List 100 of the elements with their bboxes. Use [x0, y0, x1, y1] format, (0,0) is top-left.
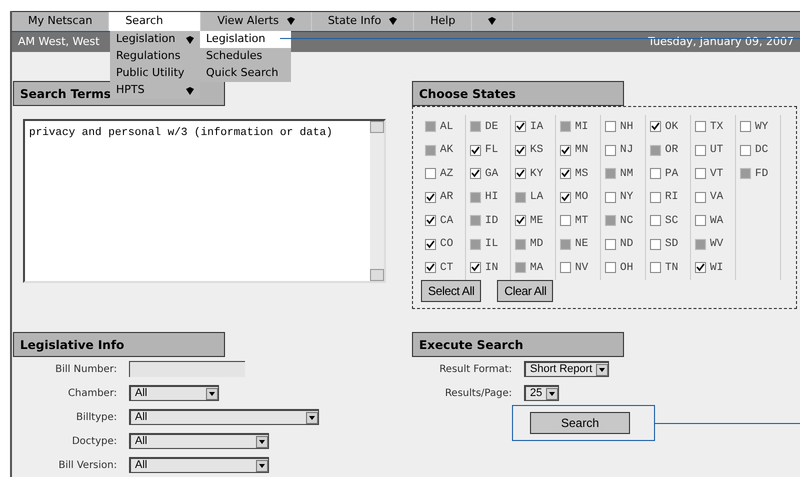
state-checkbox[interactable] [560, 215, 571, 226]
search-terms-field[interactable]: privacy and personal w/3 (information or data) [23, 119, 386, 283]
state-code: MO [575, 190, 588, 205]
state-checkbox[interactable] [695, 192, 706, 203]
state-checkbox[interactable] [695, 215, 706, 226]
state-code: WI [710, 260, 724, 276]
dropdown-field[interactable]: Short Report [524, 361, 610, 377]
state-checkbox[interactable] [425, 168, 436, 180]
state-checkbox[interactable] [425, 215, 436, 226]
text-field[interactable] [129, 361, 245, 377]
state-checkbox[interactable] [740, 121, 751, 132]
search-button[interactable]: Search [530, 412, 630, 434]
state-checkbox[interactable] [605, 121, 616, 132]
state-checkbox[interactable] [695, 168, 706, 180]
dropdown-arrow-icon [259, 464, 265, 468]
menu-item[interactable]: Quick Search [200, 65, 291, 82]
menu-item[interactable]: HPTS [110, 82, 200, 99]
state-code: AR [440, 190, 454, 205]
state-code: ID [485, 214, 498, 228]
state-checkbox[interactable] [560, 168, 571, 180]
field-label: Bill Version: [57, 458, 117, 472]
state-checkbox[interactable] [425, 192, 436, 203]
state-code: FL [485, 143, 498, 158]
state-code: NM [620, 166, 634, 182]
state-checkbox[interactable] [650, 238, 661, 250]
state-code: MD [530, 237, 544, 252]
state-code: MT [575, 214, 588, 228]
state-checkbox[interactable] [470, 168, 481, 180]
state-checkbox[interactable] [650, 192, 661, 203]
state-code: IA [530, 120, 544, 134]
state-code: SC [665, 214, 678, 228]
field-label: Result Format: [438, 362, 512, 376]
state-code: NE [575, 237, 588, 252]
state-action-button[interactable]: Clear All [497, 280, 554, 302]
state-code: FD [755, 166, 768, 182]
state-checkbox[interactable] [425, 262, 436, 274]
field-label: Doctype: [70, 434, 117, 448]
state-checkbox[interactable] [425, 238, 436, 250]
dropdown-field[interactable]: 25 [524, 385, 560, 401]
dropdown-arrow-icon [309, 416, 315, 420]
state-code: NC [620, 214, 634, 228]
state-checkbox[interactable] [695, 121, 706, 132]
state-checkbox[interactable] [470, 262, 481, 274]
dropdown-arrow-icon [549, 392, 556, 396]
state-code: MN [575, 143, 588, 158]
state-checkbox[interactable] [605, 262, 616, 274]
dropdown-arrow-icon [209, 392, 215, 396]
state-checkbox[interactable] [695, 262, 706, 274]
menu-item[interactable]: Legislation [200, 31, 291, 48]
state-checkbox[interactable] [740, 144, 751, 156]
state-code: LA [530, 190, 544, 205]
dropdown-field[interactable]: All [129, 385, 219, 401]
state-checkbox[interactable] [470, 144, 481, 156]
state-checkbox[interactable] [515, 121, 526, 132]
scrollbar[interactable] [370, 121, 384, 281]
section-header: Choose States [412, 81, 624, 106]
section-header: Execute Search [412, 332, 624, 357]
section-header: Legislative Info [13, 332, 225, 357]
state-code: IL [485, 237, 498, 252]
state-checkbox[interactable] [560, 262, 571, 274]
state-code: VA [710, 190, 724, 205]
state-code: OR [665, 143, 678, 158]
state-code: MA [530, 260, 544, 276]
state-checkbox[interactable] [605, 238, 616, 250]
dropdown-field[interactable]: All [129, 457, 269, 473]
dropdown-field[interactable]: All [129, 433, 269, 449]
state-code: AK [440, 143, 454, 158]
state-code: WV [710, 237, 724, 252]
field-label: Billtype: [75, 410, 117, 424]
state-checkbox[interactable] [650, 121, 661, 132]
state-code: DE [485, 120, 498, 134]
state-checkbox[interactable] [560, 192, 571, 203]
menu-item[interactable]: Regulations [110, 48, 200, 65]
state-checkbox[interactable] [515, 215, 526, 226]
state-checkbox[interactable] [515, 144, 526, 156]
state-checkbox[interactable] [605, 192, 616, 203]
dropdown-field[interactable]: All [129, 409, 319, 425]
state-checkbox[interactable] [650, 215, 661, 226]
state-code: OK [665, 120, 678, 134]
state-action-button[interactable]: Select All [421, 280, 482, 302]
state-code: GA [485, 166, 498, 182]
dropdown-arrow-icon [259, 440, 265, 444]
state-code: NV [575, 260, 588, 276]
state-checkbox[interactable] [515, 168, 526, 180]
state-code: TN [665, 260, 678, 276]
state-checkbox[interactable] [650, 168, 661, 180]
state-code: UT [710, 143, 724, 158]
menu-item[interactable]: Legislation [110, 31, 200, 48]
state-code: OH [620, 260, 634, 276]
state-checkbox[interactable] [560, 144, 571, 156]
field-label: Results/Page: [444, 386, 512, 400]
state-checkbox[interactable] [695, 144, 706, 156]
state-checkbox[interactable] [605, 144, 616, 156]
menu-item[interactable]: Schedules [200, 48, 291, 65]
state-checkbox[interactable] [650, 262, 661, 274]
state-code: DC [755, 143, 768, 158]
state-code: AZ [440, 166, 454, 182]
menu-item[interactable]: Public Utility [110, 65, 200, 82]
state-code: CA [440, 214, 454, 228]
menu-item[interactable]: Search [109, 12, 202, 31]
